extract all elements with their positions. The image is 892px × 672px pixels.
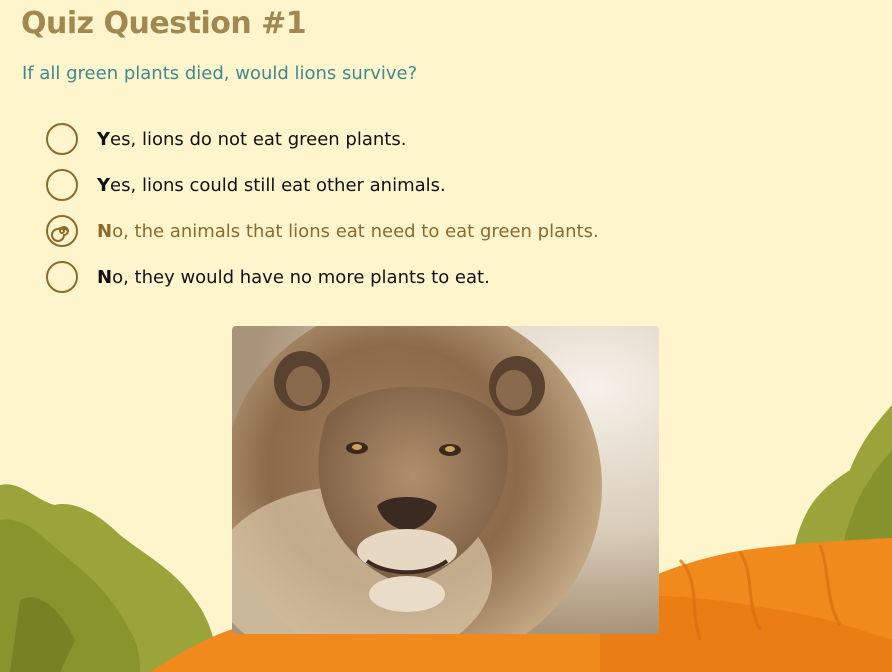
- lion-photo: [232, 326, 659, 634]
- lion-image: [232, 326, 659, 634]
